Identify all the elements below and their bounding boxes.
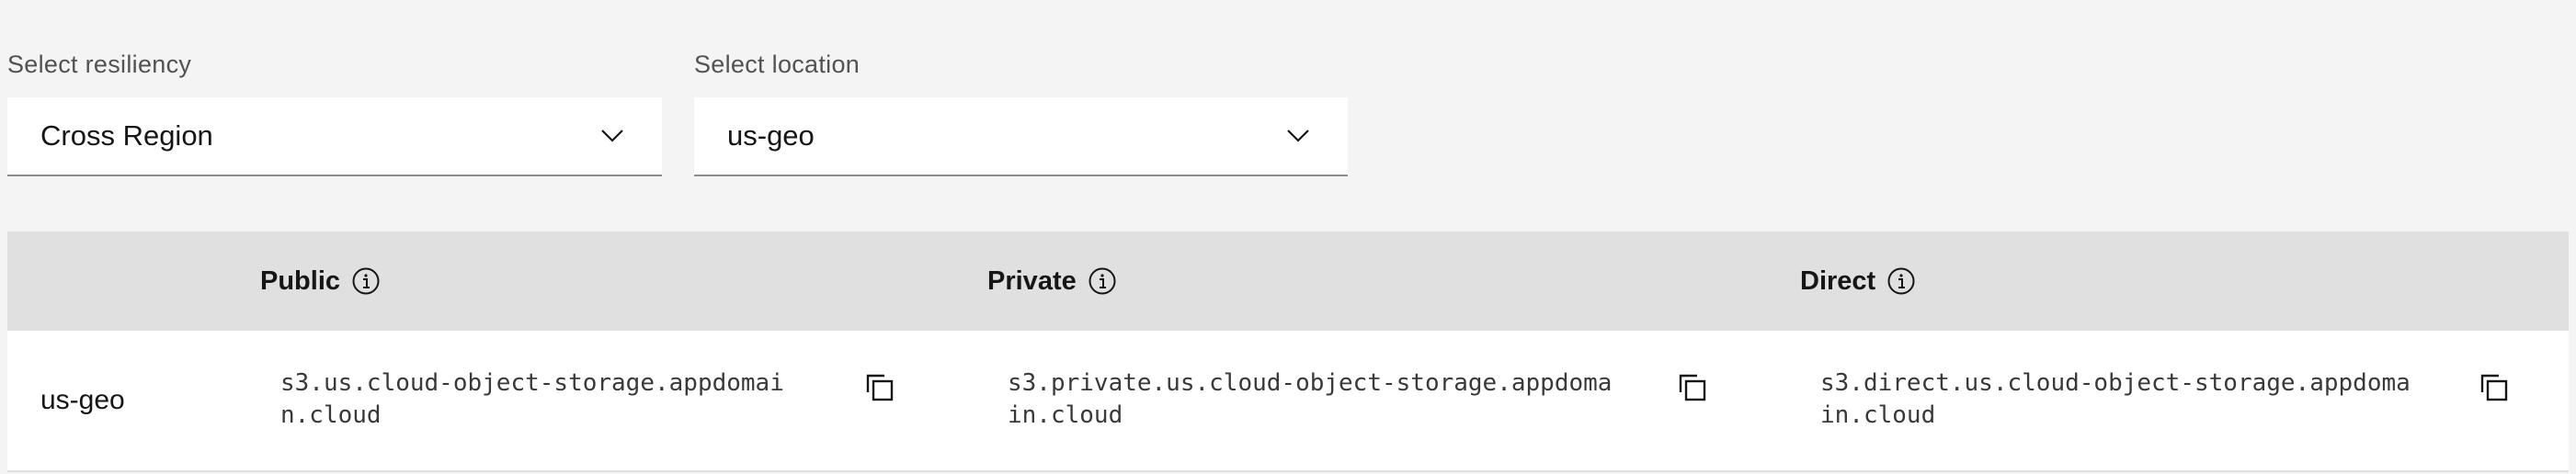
direct-endpoint: s3.direct.us.cloud-object-storage.appdom… bbox=[1820, 369, 2411, 429]
copy-public-endpoint-button[interactable] bbox=[861, 369, 898, 406]
copy-private-endpoint-button[interactable] bbox=[1674, 369, 1711, 406]
resiliency-selected-value: Cross Region bbox=[40, 119, 213, 152]
table-header: Public Private Direct bbox=[7, 231, 2569, 331]
column-header-direct-label: Direct bbox=[1800, 265, 1876, 296]
column-header-private-label: Private bbox=[987, 265, 1077, 296]
chevron-down-icon bbox=[601, 125, 623, 147]
table-row: us-geo s3.us.cloud-object-storage.appdom… bbox=[7, 331, 2569, 472]
column-header-direct: Direct bbox=[1800, 231, 1916, 331]
info-icon[interactable] bbox=[1088, 266, 1117, 296]
copy-direct-endpoint-button[interactable] bbox=[2476, 369, 2513, 406]
location-dropdown[interactable]: us-geo bbox=[694, 97, 1348, 176]
copy-icon bbox=[866, 374, 894, 401]
endpoints-table: Public Private Direct us-geo s3.us.cloud… bbox=[7, 231, 2569, 472]
column-header-public-label: Public bbox=[260, 265, 341, 296]
row-location: us-geo bbox=[40, 385, 125, 415]
private-endpoint: s3.private.us.cloud-object-storage.appdo… bbox=[1008, 369, 1613, 429]
location-selected-value: us-geo bbox=[727, 119, 815, 152]
copy-icon bbox=[2480, 374, 2508, 401]
column-header-public: Public bbox=[260, 231, 381, 331]
resiliency-label: Select resiliency bbox=[7, 51, 192, 78]
resiliency-dropdown[interactable]: Cross Region bbox=[7, 97, 662, 176]
copy-icon bbox=[1679, 374, 1706, 401]
info-icon[interactable] bbox=[1886, 266, 1916, 296]
info-icon[interactable] bbox=[351, 266, 381, 296]
chevron-down-icon bbox=[1287, 125, 1309, 147]
column-header-private: Private bbox=[987, 231, 1117, 331]
location-label: Select location bbox=[694, 51, 861, 78]
public-endpoint: s3.us.cloud-object-storage.appdomain.clo… bbox=[280, 369, 784, 429]
